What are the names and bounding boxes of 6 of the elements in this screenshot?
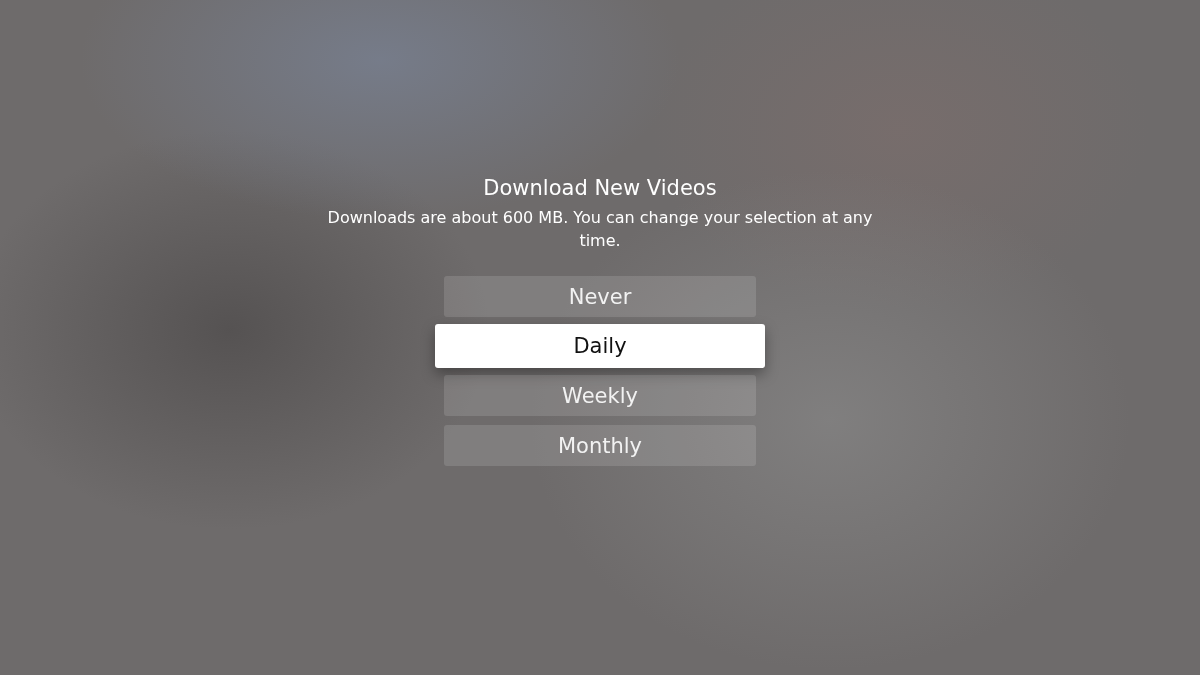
option-button[interactable]: Never: [444, 276, 756, 317]
dialog-title: Download New Videos: [483, 176, 717, 200]
dialog-description: Downloads are about 600 MB. You can change your selection at any time.: [326, 207, 874, 252]
option-button[interactable]: Daily: [435, 324, 765, 368]
option-button[interactable]: Weekly: [444, 375, 756, 416]
option-button[interactable]: Monthly: [444, 425, 756, 466]
